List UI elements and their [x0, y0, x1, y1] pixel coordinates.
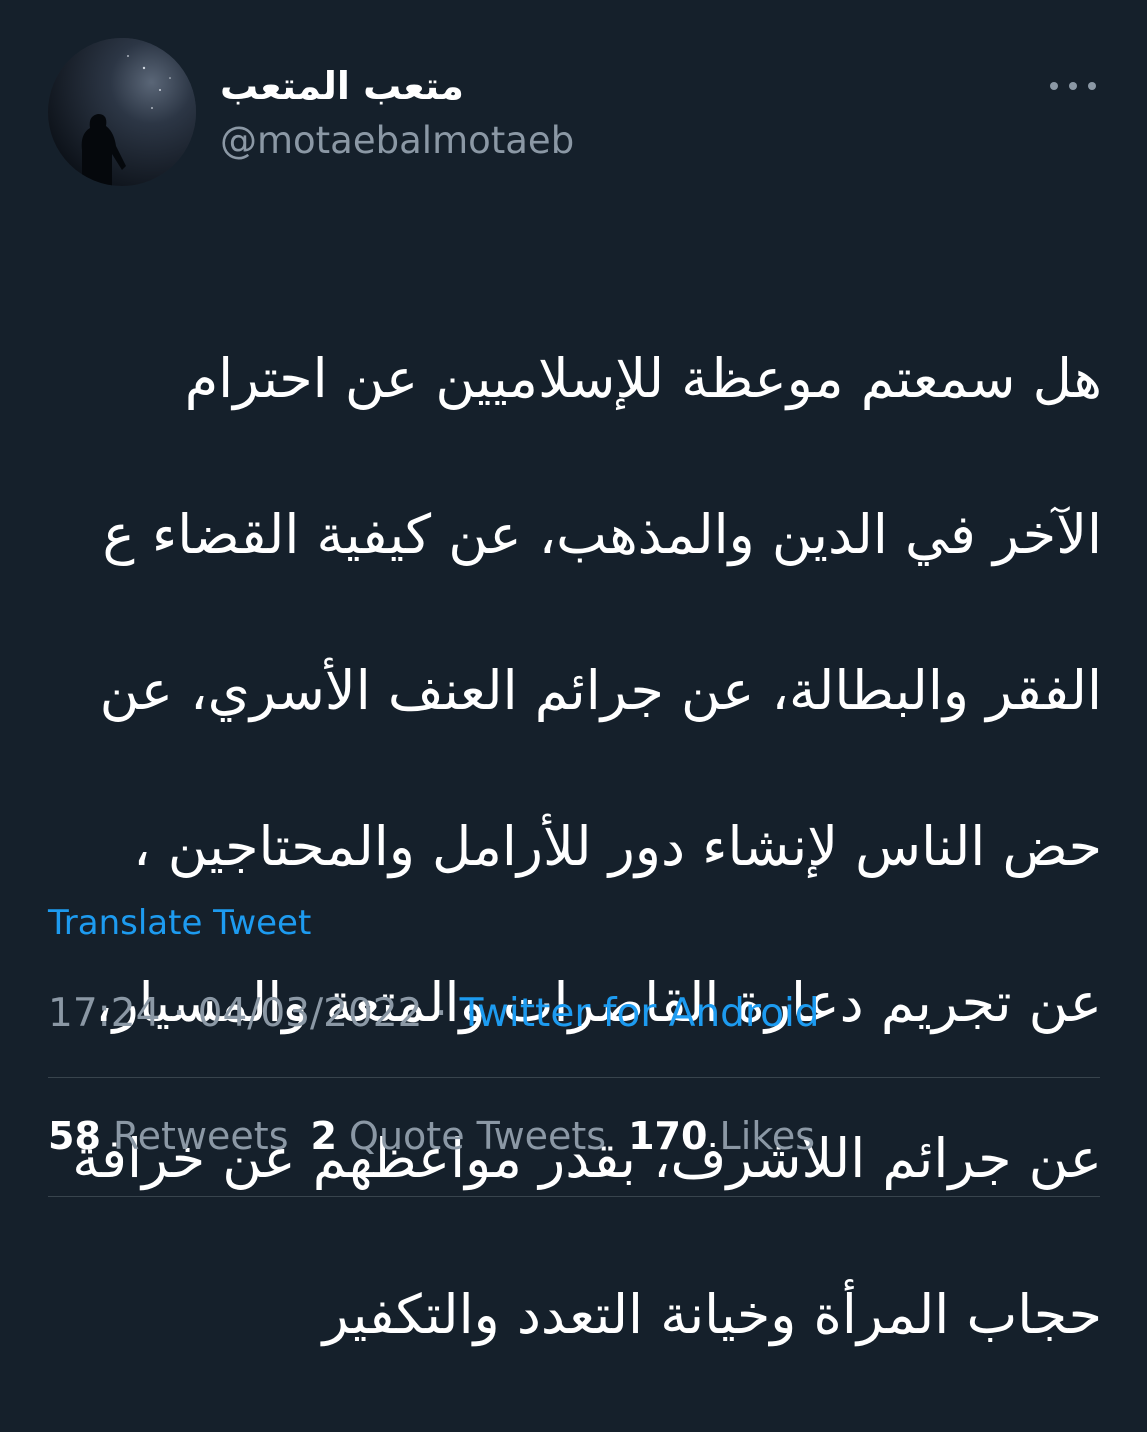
- divider: [48, 1196, 1100, 1197]
- meta-separator: ·: [172, 991, 186, 1036]
- meta-separator: ·: [434, 991, 448, 1036]
- quote-tweets-stat[interactable]: 2 Quote Tweets: [311, 1114, 607, 1158]
- retweets-stat[interactable]: 58 Retweets: [48, 1114, 289, 1158]
- translate-tweet-link[interactable]: Translate Tweet: [48, 900, 311, 946]
- tweet-text-line: الفقر والبطالة، عن جرائم العنف الأسري، ع…: [99, 659, 1102, 722]
- retweets-label: Retweets: [112, 1114, 289, 1158]
- more-dot: [1069, 82, 1077, 90]
- display-name[interactable]: متعب المتعب: [220, 62, 464, 110]
- tweet-source-link[interactable]: Twitter for Android: [460, 991, 820, 1036]
- more-options-icon[interactable]: [1046, 72, 1100, 100]
- avatar-image: [48, 38, 196, 186]
- more-dot: [1088, 82, 1096, 90]
- divider: [48, 1077, 1100, 1078]
- tweet-text: هل سمعتم موعظة للإسلاميين عن احترام الآخ…: [48, 262, 1102, 1432]
- more-dot: [1050, 82, 1058, 90]
- tweet-text-line: حجاب المرأة وخيانة التعدد والتكفير: [322, 1283, 1102, 1346]
- tweet-stats: 58 Retweets 2 Quote Tweets 170 Likes: [48, 1110, 837, 1162]
- likes-label: Likes: [719, 1114, 816, 1158]
- tweet-text-line: هل سمعتم موعظة للإسلاميين عن احترام: [184, 347, 1102, 410]
- user-handle[interactable]: @motaebalmotaeb: [220, 118, 574, 164]
- tweet-text-line: الآخر في الدين والمذهب، عن كيفية القضاء …: [102, 503, 1102, 566]
- tweet-time[interactable]: 17:24: [48, 991, 160, 1036]
- likes-count: 170: [628, 1114, 708, 1158]
- likes-stat[interactable]: 170 Likes: [628, 1114, 815, 1158]
- tweet-text-line: حض الناس لإنشاء دور للأرامل والمحتاجين ،: [133, 815, 1102, 878]
- avatar[interactable]: [48, 38, 196, 186]
- quote-tweets-label: Quote Tweets: [349, 1114, 607, 1158]
- tweet-date[interactable]: 04/03/2022: [198, 991, 423, 1036]
- tweet-meta: 17:24 · 04/03/2022 · Twitter for Android: [48, 988, 820, 1040]
- retweets-count: 58: [48, 1114, 101, 1158]
- quote-tweets-count: 2: [310, 1114, 337, 1158]
